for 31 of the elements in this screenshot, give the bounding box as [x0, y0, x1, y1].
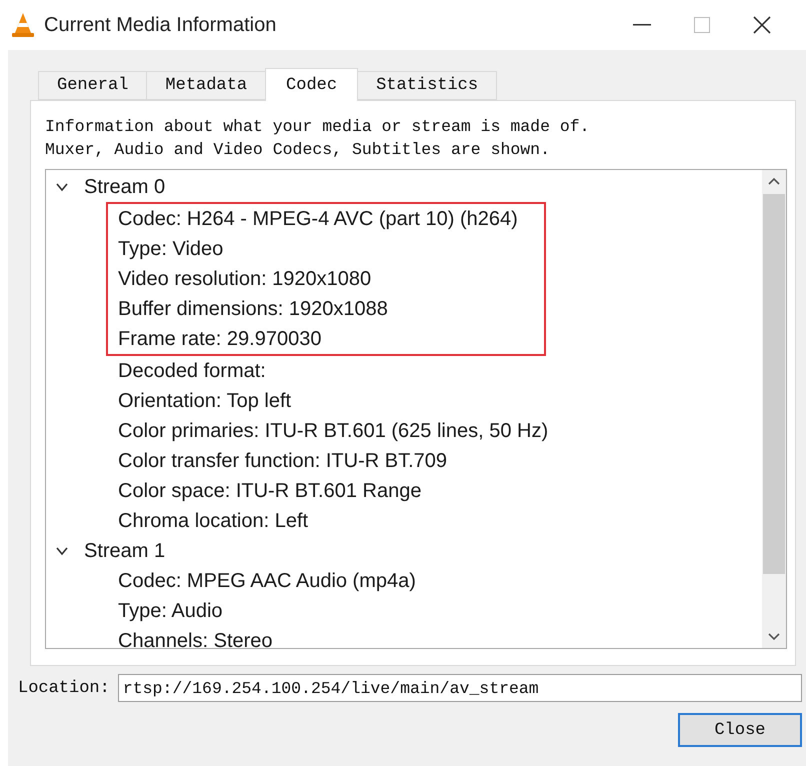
traffic-cone-icon	[12, 12, 34, 38]
minimize-icon[interactable]	[633, 24, 651, 26]
tab[interactable]: Statistics	[357, 71, 498, 100]
tree-item[interactable]: Color primaries: ITU-R BT.601 (625 lines, 50 Hz)	[118, 416, 762, 446]
tree-item[interactable]: Codec: MPEG AAC Audio (mp4a)	[118, 566, 762, 596]
tree-item[interactable]: Stream 1	[84, 540, 166, 562]
tab[interactable]: Metadata	[146, 71, 266, 100]
description-text: Information about what your media or stream is made of.	[45, 116, 591, 138]
tree-item[interactable]: Stream 0	[84, 176, 166, 198]
tree-item[interactable]: Decoded format:	[118, 356, 762, 386]
tab[interactable]: General	[38, 71, 148, 100]
tree-item[interactable]: Codec: H264 - MPEG-4 AVC (part 10) (h264)	[118, 204, 518, 234]
tree-item[interactable]: Channels: Stereo	[118, 626, 762, 648]
window-title: Current Media Information	[44, 14, 278, 36]
location-field[interactable]: rtsp://169.254.100.254/live/main/av_stream	[118, 674, 802, 702]
close-icon[interactable]	[753, 16, 771, 34]
tree-item[interactable]: Color space: ITU-R BT.601 Range	[118, 476, 762, 506]
scroll-thumb[interactable]	[763, 194, 785, 574]
close-button[interactable]: Close	[678, 713, 802, 747]
location-label: Location:	[18, 678, 110, 698]
tree-item[interactable]: Orientation: Top left	[118, 386, 762, 416]
description-text: Muxer, Audio and Video Codecs, Subtitles are shown.	[45, 139, 551, 161]
tree-item[interactable]: Type: Video	[118, 234, 518, 264]
tree-item[interactable]: Chroma location: Left	[118, 506, 762, 536]
tree-item[interactable]: Frame rate: 29.970030	[118, 324, 518, 354]
tab[interactable]: Codec	[265, 68, 358, 101]
scrollbar[interactable]	[762, 170, 786, 648]
tree-item[interactable]: Color transfer function: ITU-R BT.709	[118, 446, 762, 476]
tree-item[interactable]: Type: Audio	[118, 596, 762, 626]
tree-item[interactable]: Buffer dimensions: 1920x1088	[118, 294, 518, 324]
tree-item[interactable]: Video resolution: 1920x1080	[118, 264, 518, 294]
